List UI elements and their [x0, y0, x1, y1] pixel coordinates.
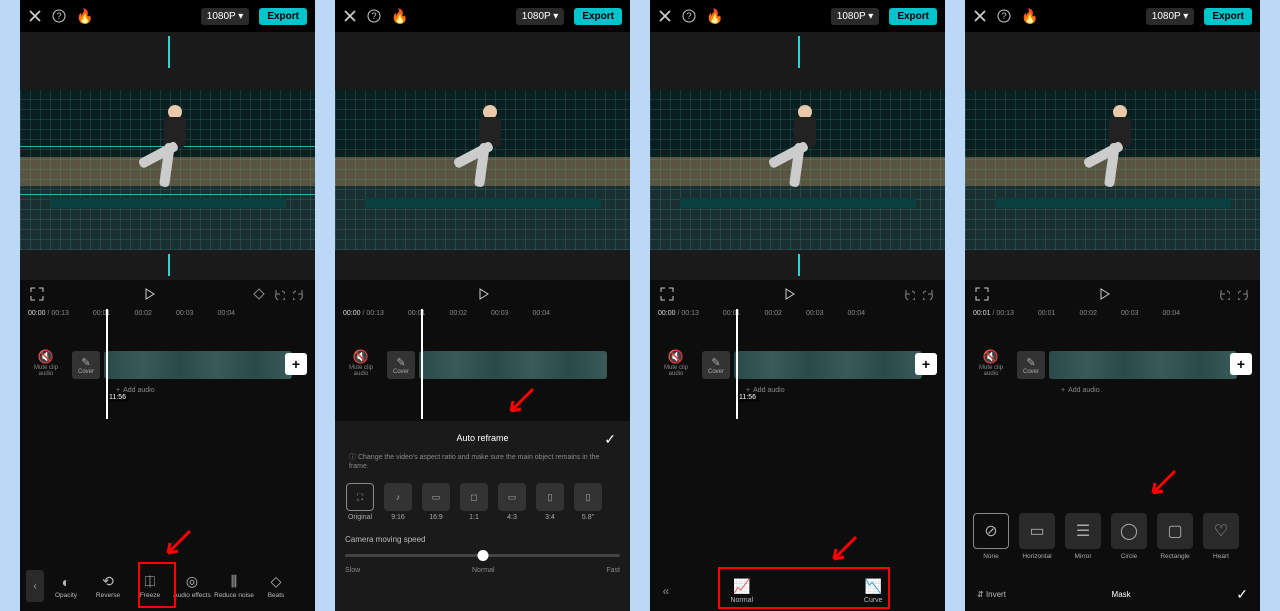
mask-title: Mask — [1006, 590, 1236, 599]
redo-icon[interactable] — [293, 288, 305, 300]
close-icon[interactable] — [658, 9, 672, 23]
flame-icon[interactable]: 🔥 — [706, 8, 723, 25]
clip-strip[interactable] — [734, 351, 922, 379]
clip-time-label: 11:56 — [106, 393, 129, 402]
flame-icon[interactable]: 🔥 — [1021, 8, 1038, 25]
export-button[interactable]: Export — [889, 8, 937, 25]
collapse-chevron[interactable]: « — [656, 576, 676, 606]
close-icon[interactable] — [973, 9, 987, 23]
svg-text:?: ? — [686, 11, 691, 21]
play-button[interactable] — [1097, 287, 1111, 301]
resolution-dropdown[interactable]: 1080P ▾ — [831, 8, 880, 25]
ratio-1-1[interactable]: ◻1:1 — [459, 483, 489, 521]
preview-top-spacer — [650, 32, 945, 90]
add-audio-button[interactable]: Add audio — [1061, 387, 1100, 394]
mute-clip-audio[interactable]: 🔇Mute clip audio — [971, 349, 1011, 377]
ratio-9-16[interactable]: ♪9:16 — [383, 483, 413, 521]
ratio-5-8[interactable]: ▯5.8" — [573, 483, 603, 521]
tool-audio-effects[interactable]: ◎Audio effects — [172, 566, 212, 606]
ratio-4-3[interactable]: ▭4:3 — [497, 483, 527, 521]
mute-clip-audio[interactable]: 🔇Mute clip audio — [26, 349, 66, 377]
add-clip-button[interactable]: + — [915, 353, 937, 375]
add-audio-button[interactable]: Add audio — [746, 387, 785, 394]
help-icon[interactable]: ? — [52, 9, 66, 23]
undo-icon[interactable] — [903, 288, 915, 300]
svg-text:?: ? — [371, 11, 376, 21]
resolution-dropdown[interactable]: 1080P ▾ — [516, 8, 565, 25]
video-preview[interactable] — [650, 90, 945, 250]
tool-opacity[interactable]: ◐Opacity — [46, 566, 86, 606]
clip-time-label: 11:56 — [736, 393, 759, 402]
cover-button[interactable]: ✎Cover — [387, 351, 415, 379]
export-button[interactable]: Export — [574, 8, 622, 25]
play-button[interactable] — [142, 287, 156, 301]
add-clip-button[interactable]: + — [285, 353, 307, 375]
back-chevron[interactable]: ‹ — [26, 570, 44, 602]
help-icon[interactable]: ? — [682, 9, 696, 23]
clip-strip[interactable] — [419, 351, 607, 379]
flame-icon[interactable]: 🔥 — [391, 8, 408, 25]
flame-icon[interactable]: 🔥 — [76, 8, 93, 25]
undo-icon[interactable] — [1218, 288, 1230, 300]
ratio-3-4[interactable]: ▯3:4 — [535, 483, 565, 521]
fullscreen-icon[interactable] — [660, 287, 674, 301]
preview-top-spacer — [335, 32, 630, 90]
resolution-dropdown[interactable]: 1080P ▾ — [201, 8, 250, 25]
ratio-16-9[interactable]: ▭16:9 — [421, 483, 451, 521]
video-preview[interactable] — [965, 90, 1260, 250]
mask-horizontal[interactable]: ▭Horizontal — [1017, 513, 1057, 560]
time-ruler: 00:00 / 00:13 00:0100:0200:0300:04 — [20, 308, 315, 319]
tool-reduce-noise[interactable]: ⫼Reduce noise — [214, 566, 254, 606]
diamond-icon[interactable] — [253, 288, 265, 300]
resolution-dropdown[interactable]: 1080P ▾ — [1146, 8, 1195, 25]
mask-heart[interactable]: ♡Heart — [1201, 513, 1241, 560]
video-preview[interactable] — [335, 90, 630, 250]
clip-strip[interactable] — [104, 351, 292, 379]
mask-rectangle[interactable]: ▢Rectangle — [1155, 513, 1195, 560]
cover-button[interactable]: ✎Cover — [72, 351, 100, 379]
close-icon[interactable] — [343, 9, 357, 23]
video-preview[interactable] — [20, 90, 315, 250]
camera-speed-label: Camera moving speed — [345, 535, 620, 544]
invert-button[interactable]: ⇵ Invert — [977, 590, 1006, 599]
clip-strip[interactable] — [1049, 351, 1237, 379]
mute-clip-audio[interactable]: 🔇Mute clip audio — [656, 349, 696, 377]
svg-text:?: ? — [1001, 11, 1006, 21]
play-button[interactable] — [476, 287, 490, 301]
mute-clip-audio[interactable]: 🔇Mute clip audio — [341, 349, 381, 377]
ratio-original[interactable]: ⛶Original — [345, 483, 375, 521]
export-button[interactable]: Export — [259, 8, 307, 25]
mask-confirm[interactable]: ✓ — [1236, 586, 1248, 603]
help-icon[interactable]: ? — [997, 9, 1011, 23]
preview-top-spacer — [20, 32, 315, 90]
popup-title: Auto reframe — [456, 433, 508, 443]
add-clip-button[interactable]: + — [1230, 353, 1252, 375]
redo-icon[interactable] — [923, 288, 935, 300]
time-ruler: 00:00 / 00:13 00:0100:0200:0300:04 — [650, 308, 945, 319]
tool-reverse[interactable]: ⟲Reverse — [88, 566, 128, 606]
mask-circle[interactable]: ◯Circle — [1109, 513, 1149, 560]
fullscreen-icon[interactable] — [975, 287, 989, 301]
mask-none[interactable]: ⊘None — [971, 513, 1011, 560]
svg-text:?: ? — [56, 11, 61, 21]
popup-info: ⓘ Change the video's aspect ratio and ma… — [345, 447, 620, 477]
cover-button[interactable]: ✎Cover — [1017, 351, 1045, 379]
close-icon[interactable] — [28, 9, 42, 23]
time-ruler: 00:01 / 00:13 00:0100:0200:0300:04 — [965, 308, 1260, 319]
undo-icon[interactable] — [273, 288, 285, 300]
export-button[interactable]: Export — [1204, 8, 1252, 25]
help-icon[interactable]: ? — [367, 9, 381, 23]
confirm-icon[interactable]: ✓ — [604, 431, 616, 448]
camera-speed-slider[interactable] — [345, 554, 620, 557]
fullscreen-icon[interactable] — [30, 287, 44, 301]
play-button[interactable] — [782, 287, 796, 301]
add-audio-button[interactable]: Add audio — [116, 387, 155, 394]
cover-button[interactable]: ✎Cover — [702, 351, 730, 379]
tool-beats[interactable]: ◇Beats — [256, 566, 296, 606]
time-ruler: 00:00 / 00:13 00:0100:0200:0300:04 — [335, 308, 630, 319]
mask-mirror[interactable]: ☰Mirror — [1063, 513, 1103, 560]
redo-icon[interactable] — [1238, 288, 1250, 300]
preview-top-spacer — [965, 32, 1260, 90]
